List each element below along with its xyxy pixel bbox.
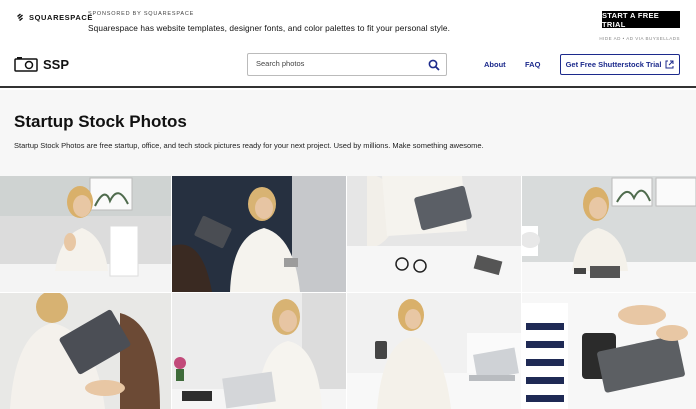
squarespace-logo[interactable]: SQUARESPACE (15, 13, 93, 22)
squarespace-brand: SQUARESPACE (29, 13, 93, 22)
page-title: Startup Stock Photos (14, 112, 187, 131)
sponsored-ad-bar[interactable]: SQUARESPACE SPONSORED BY SQUARESPACE Squ… (0, 0, 696, 46)
photo-woman-tablet-armchair[interactable] (172, 176, 346, 292)
external-link-icon (665, 60, 674, 69)
page-intro: Startup Stock Photos Startup Stock Photo… (0, 90, 696, 176)
nav-faq[interactable]: FAQ (525, 60, 540, 69)
squarespace-logo-icon (17, 13, 23, 21)
photo-tablet-glasses-desk[interactable] (347, 176, 521, 292)
trial-button-label: Get Free Shutterstock Trial (565, 60, 662, 69)
page-description: Startup Stock Photos are free startup, o… (14, 141, 484, 150)
start-free-trial-button[interactable]: START A FREE TRIAL (602, 11, 680, 29)
site-header: SSP About FAQ Get Free Shutterstock Tria… (0, 46, 696, 88)
shutterstock-trial-button[interactable]: Get Free Shutterstock Trial (560, 54, 680, 75)
hide-ad-link[interactable]: HIDE AD • AD VIA BUYSELLADS (599, 36, 680, 41)
photo-woman-phone-laptop[interactable] (347, 293, 521, 409)
nav-about[interactable]: About (484, 60, 506, 69)
camera-icon (14, 57, 38, 72)
search-input[interactable] (256, 59, 416, 68)
ad-text[interactable]: Squarespace has website templates, desig… (88, 23, 450, 33)
photo-woman-tablet-chair[interactable] (0, 293, 171, 409)
photo-woman-thinking-desk[interactable] (0, 176, 171, 292)
sponsored-label: SPONSORED BY SQUARESPACE (88, 11, 195, 17)
photo-woman-glasses-window[interactable] (522, 176, 696, 292)
photo-grid (0, 176, 696, 409)
search-icon[interactable] (428, 59, 440, 71)
photo-woman-laptop-office[interactable] (172, 293, 346, 409)
site-logo[interactable]: SSP (14, 56, 69, 72)
photo-hands-keyboard-phone[interactable] (522, 293, 696, 409)
search-box[interactable] (247, 53, 447, 76)
logo-text: SSP (43, 56, 70, 72)
